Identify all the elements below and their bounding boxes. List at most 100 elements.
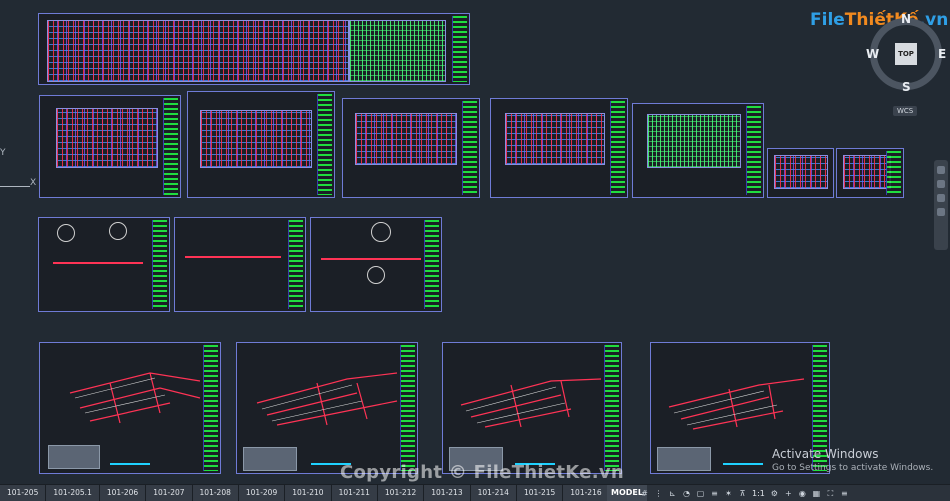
- isolate-icon[interactable]: ◉: [798, 489, 807, 498]
- sheet-plan-1[interactable]: [39, 95, 181, 198]
- sheet-isometric-2[interactable]: [236, 342, 418, 474]
- compass-north[interactable]: N: [901, 12, 911, 26]
- layout-tab[interactable]: 101-210: [285, 485, 332, 501]
- compass-west[interactable]: W: [866, 47, 879, 61]
- sheet-overall-plan[interactable]: [38, 13, 470, 85]
- title-block: [317, 94, 332, 195]
- navigation-bar[interactable]: [934, 160, 948, 250]
- lineweight-icon[interactable]: ≡: [710, 489, 719, 498]
- snap-icon[interactable]: ⋮: [654, 489, 663, 498]
- ucs-axis-line: [0, 186, 30, 187]
- plan-drawing: [56, 108, 158, 168]
- gear-icon[interactable]: ⚙: [770, 489, 779, 498]
- status-bar: 101-205 101-205.1 101-206 101-207 101-208 101…: [0, 484, 950, 501]
- logo-text-file: File: [810, 10, 845, 30]
- orbit-icon[interactable]: [937, 194, 945, 202]
- title-block: [288, 220, 303, 309]
- title-block: [163, 98, 178, 195]
- plan-drawing: [505, 113, 605, 165]
- annotation-icon[interactable]: ✶: [724, 489, 733, 498]
- plan-drawing: [355, 113, 457, 165]
- plus-icon[interactable]: +: [784, 489, 793, 498]
- sheet-isometric-1[interactable]: [39, 342, 221, 474]
- activation-subtitle: Go to Settings to activate Windows.: [772, 463, 934, 473]
- legend-table: [243, 447, 297, 471]
- layout-tab[interactable]: 101-214: [470, 485, 517, 501]
- plan-drawing-green: [349, 20, 446, 82]
- isometric-pipe-drawing: [69, 372, 201, 424]
- grid-icon[interactable]: #: [640, 489, 649, 498]
- sheet-detail-1[interactable]: [767, 148, 834, 198]
- activation-title: Activate Windows: [772, 447, 879, 461]
- sheet-elevation-1[interactable]: [38, 217, 170, 312]
- detail-drawing: [843, 155, 891, 189]
- zoom-icon[interactable]: [937, 180, 945, 188]
- showmotion-icon[interactable]: [937, 208, 945, 216]
- polar-icon[interactable]: ◔: [682, 489, 691, 498]
- drawing-canvas[interactable]: Y X FileThiếtKế.vn TOP N W E S WCS Activ…: [0, 0, 950, 484]
- ucs-y-label: Y: [0, 148, 6, 158]
- title-block: [452, 16, 467, 82]
- detail-callout: [109, 222, 127, 240]
- isometric-pipe-drawing: [668, 378, 805, 430]
- title-block: [746, 106, 761, 195]
- layout-tab[interactable]: 101-211: [331, 485, 378, 501]
- sheet-detail-2[interactable]: [836, 148, 904, 198]
- title-block: [152, 220, 167, 309]
- osnap-icon[interactable]: ▢: [696, 489, 705, 498]
- sheet-elevation-3[interactable]: [310, 217, 442, 312]
- plan-drawing-green: [647, 114, 741, 168]
- annotation-scale[interactable]: 1:1: [752, 489, 765, 498]
- sheet-plan-2[interactable]: [187, 91, 335, 198]
- ucs-x-label: X: [30, 178, 37, 188]
- title-block: [203, 345, 218, 471]
- viewcube-top-face[interactable]: TOP: [895, 43, 917, 65]
- title-block: [462, 101, 477, 195]
- compass-south[interactable]: S: [902, 80, 911, 94]
- wcs-menu[interactable]: WCS: [893, 106, 918, 116]
- hardware-icon[interactable]: ▦: [812, 489, 821, 498]
- title-block: [424, 220, 439, 309]
- legend-table: [48, 445, 100, 469]
- pan-icon[interactable]: [937, 166, 945, 174]
- title-block: [610, 101, 625, 195]
- layout-tab[interactable]: 101-207: [146, 485, 193, 501]
- plan-drawing: [47, 20, 349, 82]
- layout-tab[interactable]: 101-213: [424, 485, 471, 501]
- pipe-line: [53, 262, 143, 264]
- sheet-plan-5[interactable]: [632, 103, 764, 198]
- copyright-watermark: Copyright © FileThietKe.vn: [340, 462, 625, 483]
- layout-tabs: 101-205 101-205.1 101-206 101-207 101-208 101…: [0, 485, 632, 501]
- menu-icon[interactable]: ≡: [840, 489, 849, 498]
- isometric-pipe-drawing: [256, 372, 398, 426]
- pipe-line: [321, 258, 421, 260]
- sheet-plan-4[interactable]: [490, 98, 628, 198]
- layout-tab[interactable]: 101-205: [0, 485, 47, 501]
- layout-tab[interactable]: 101-215: [516, 485, 564, 501]
- sheet-isometric-3[interactable]: [442, 342, 622, 474]
- detail-callout: [371, 222, 391, 242]
- layout-tab[interactable]: 101-208: [192, 485, 239, 501]
- status-tools: # ⋮ ⊾ ◔ ▢ ≡ ✶ ⊼ 1:1 ⚙ + ◉ ▦ ⛶ ≡: [640, 485, 849, 501]
- pipe-line: [185, 256, 281, 258]
- detail-callout: [57, 224, 75, 242]
- activation-notice: Activate Windows Go to Settings to activ…: [772, 447, 933, 475]
- fullscreen-icon[interactable]: ⛶: [826, 489, 835, 498]
- layout-tab[interactable]: 101-216: [563, 485, 610, 501]
- title-block: [400, 345, 415, 471]
- ortho-icon[interactable]: ⊾: [668, 489, 677, 498]
- title-underline: [723, 463, 763, 465]
- sheet-elevation-2[interactable]: [174, 217, 306, 312]
- layout-tab[interactable]: 101-206: [99, 485, 147, 501]
- layout-tab[interactable]: 101-212: [377, 485, 425, 501]
- plan-drawing: [200, 110, 312, 168]
- layout-tab[interactable]: 101-209: [238, 485, 286, 501]
- visibility-icon[interactable]: ⊼: [738, 489, 747, 498]
- layout-tab[interactable]: 101-205.1: [46, 485, 100, 501]
- title-underline: [110, 463, 150, 465]
- detail-drawing: [774, 155, 828, 189]
- compass-east[interactable]: E: [938, 47, 946, 61]
- sheet-plan-3[interactable]: [342, 98, 480, 198]
- legend-table: [657, 447, 711, 471]
- title-block: [886, 151, 901, 195]
